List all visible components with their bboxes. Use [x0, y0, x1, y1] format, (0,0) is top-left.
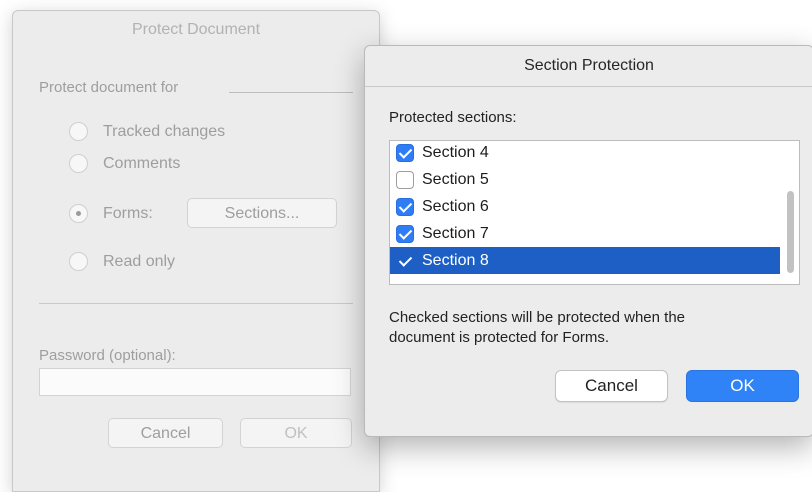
radio-label: Forms: [103, 205, 153, 222]
radio-button[interactable] [69, 154, 88, 173]
radio-button-selected[interactable] [69, 204, 88, 223]
protect-document-dialog: Protect Document Protect document for Tr… [12, 10, 380, 492]
password-input[interactable] [39, 368, 351, 396]
list-item-selected[interactable]: Section 8 [390, 247, 780, 274]
radio-label: Read only [103, 253, 176, 270]
list-item[interactable]: Section 4 [390, 141, 780, 166]
radio-label: Tracked changes [103, 123, 226, 140]
protect-dialog-title: Protect Document [131, 21, 261, 38]
password-label: Password (optional): [39, 347, 176, 364]
section-protection-dialog: Section Protection Protected sections: S… [364, 45, 812, 437]
protect-cancel-button[interactable]: Cancel [108, 418, 223, 448]
help-text: Checked sections will be protected when … [389, 308, 789, 348]
radio-label: Comments [103, 155, 181, 172]
checkbox-checked[interactable] [396, 198, 414, 216]
section-label: Section 6 [422, 198, 489, 215]
section-label: Section 4 [422, 144, 489, 161]
list-item[interactable]: Section 6 [390, 193, 780, 220]
list-item[interactable]: Section 7 [390, 220, 780, 247]
list-item[interactable]: Section 5 [390, 166, 780, 193]
help-line: document is protected for Forms. [389, 329, 610, 346]
cancel-button[interactable]: Cancel [555, 370, 668, 402]
sections-button[interactable]: Sections... [187, 198, 337, 228]
section-label: Section 8 [422, 252, 489, 269]
checkbox-checked[interactable] [396, 144, 414, 162]
scrollbar[interactable] [783, 141, 797, 284]
divider [39, 303, 353, 304]
section-label: Section 7 [422, 225, 489, 242]
ok-button[interactable]: OK [686, 370, 799, 402]
protect-for-label: Protect document for [39, 79, 179, 96]
section-dialog-title: Section Protection [365, 46, 812, 87]
checkbox-unchecked[interactable] [396, 171, 414, 189]
checkbox-checked[interactable] [396, 225, 414, 243]
radio-button[interactable] [69, 252, 88, 271]
scrollbar-thumb[interactable] [787, 191, 794, 273]
section-label: Section 5 [422, 171, 489, 188]
section-divider [229, 92, 353, 93]
protected-sections-label: Protected sections: [389, 109, 517, 126]
radio-button[interactable] [69, 122, 88, 141]
protect-ok-button[interactable]: OK [240, 418, 352, 448]
help-line: Checked sections will be protected when … [389, 309, 686, 326]
sections-list[interactable]: Section 4 Section 5 Section 6 Section 7 … [389, 140, 800, 285]
checkbox-checked[interactable] [396, 252, 414, 270]
